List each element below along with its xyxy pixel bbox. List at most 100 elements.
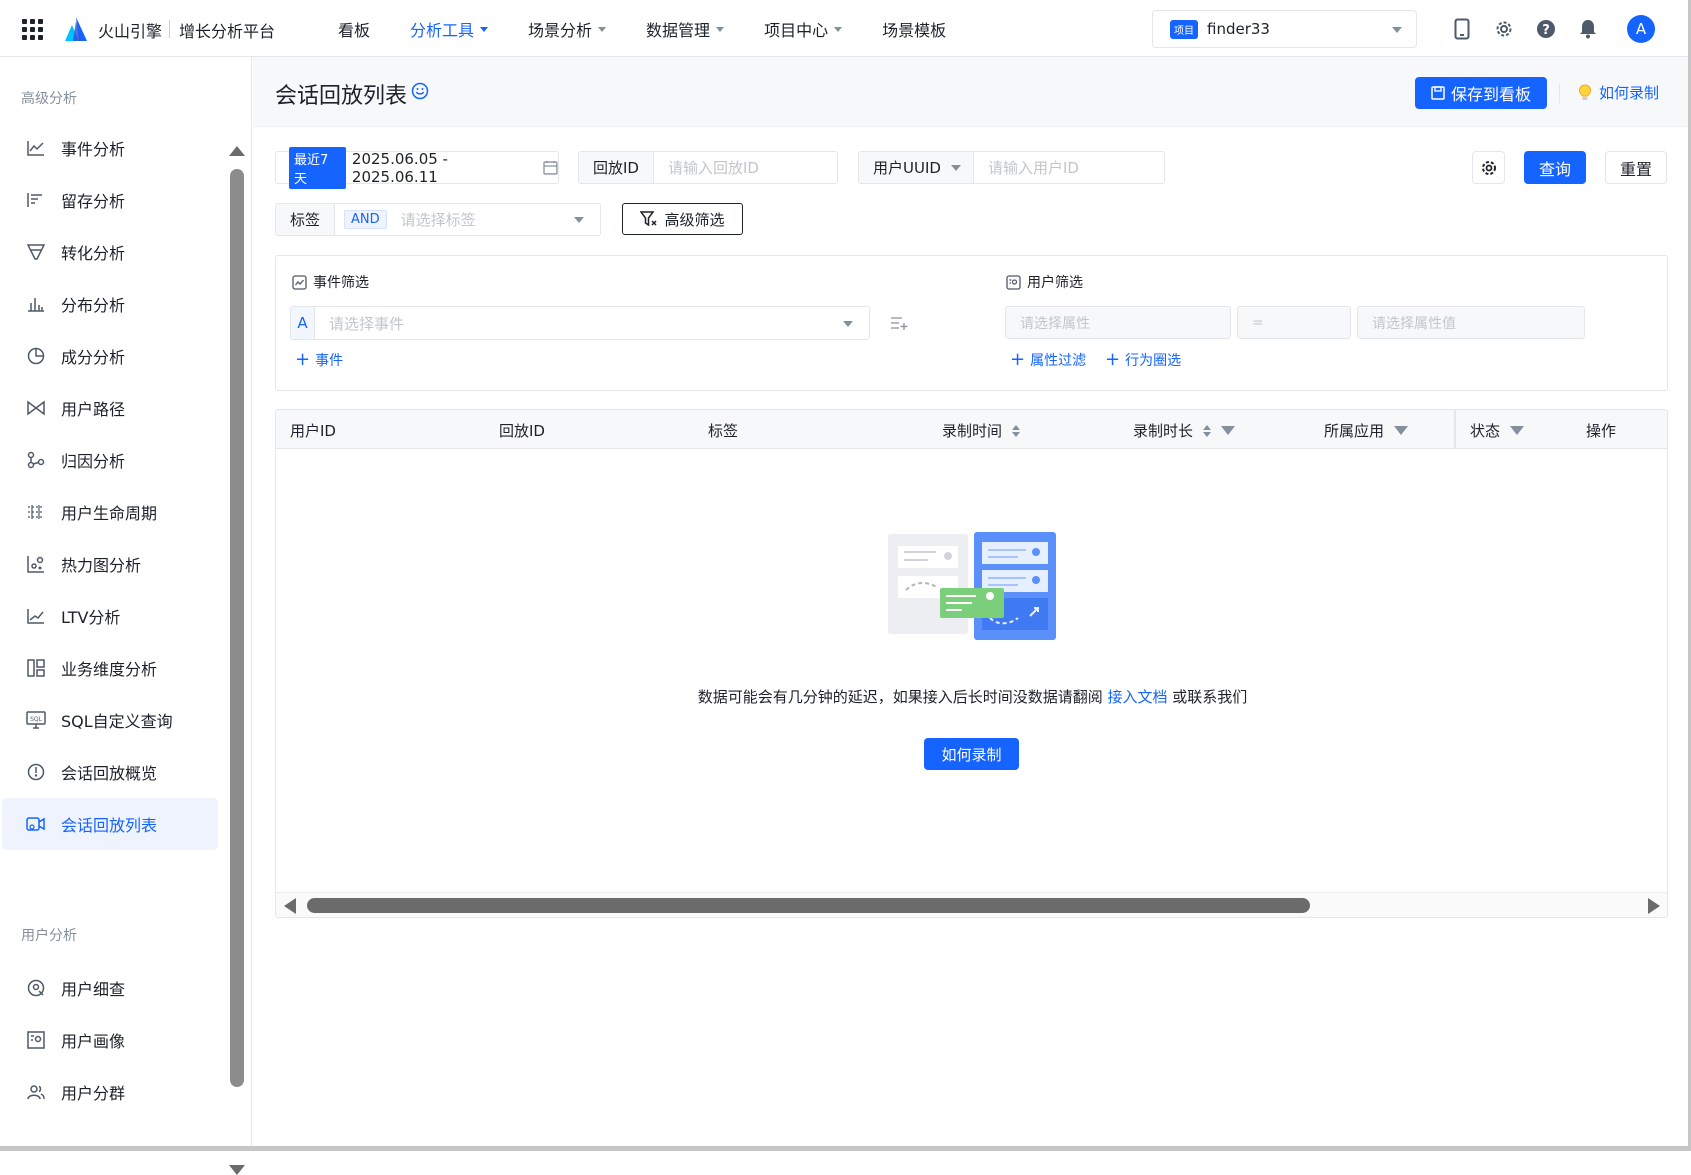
feedback-icon[interactable]	[411, 82, 429, 100]
sql-icon: SQL	[26, 710, 46, 730]
sidebar-item-replay-overview[interactable]: 会话回放概览	[2, 746, 218, 798]
help-icon[interactable]: ?	[1534, 17, 1558, 41]
add-behavior-filter-label: 行为圈选	[1125, 353, 1182, 369]
lightbulb-icon	[1578, 83, 1592, 100]
empty-suffix: 或联系我们	[1172, 688, 1248, 706]
reset-button[interactable]: 重置	[1605, 151, 1667, 184]
sidebar-scrollbar[interactable]	[230, 169, 244, 1087]
sidebar-item-attribution-analysis[interactable]: 归因分析	[2, 434, 218, 486]
top-navigation-bar: 火山引擎 增长分析平台 看板 分析工具 场景分析 数据管理 项目中心 场景模板 …	[0, 0, 1691, 57]
funnel-icon	[26, 242, 46, 262]
scroll-left-arrow-icon[interactable]	[284, 898, 296, 914]
column-filter-icon[interactable]	[1394, 426, 1409, 435]
sidebar-item-event-analysis[interactable]: 事件分析	[2, 122, 218, 174]
sidebar-item-user-lifecycle[interactable]: 用户生命周期	[2, 486, 218, 538]
fixed-column-divider	[1454, 410, 1456, 449]
event-select[interactable]: A 请选择事件	[290, 306, 870, 340]
horizontal-scrollbar[interactable]	[307, 898, 1310, 913]
brand-divider	[169, 20, 170, 38]
app-grid-icon[interactable]	[22, 19, 43, 40]
sidebar-item-conversion-analysis[interactable]: 转化分析	[2, 226, 218, 278]
mobile-icon[interactable]	[1450, 17, 1474, 41]
sidebar-item-user-group[interactable]: 用户分群	[2, 1066, 218, 1118]
uuid-field-select[interactable]: 用户UUID	[859, 152, 974, 183]
sidebar-item-label: 成分分析	[61, 348, 126, 367]
column-filter-icon[interactable]	[1510, 426, 1525, 435]
sidebar-item-label: 归因分析	[61, 452, 126, 471]
filter-add-condition-icon[interactable]	[890, 315, 908, 331]
sidebar-item-sql-query[interactable]: SQL SQL自定义查询	[2, 694, 218, 746]
save-to-dashboard-button[interactable]: 保存到看板	[1415, 77, 1547, 109]
chevron-down-icon	[950, 165, 961, 171]
user-search-icon	[26, 978, 46, 998]
chevron-down-icon	[598, 27, 607, 32]
sidebar-item-retention-analysis[interactable]: 留存分析	[2, 174, 218, 226]
page-title: 会话回放列表	[275, 84, 408, 109]
gear-icon[interactable]	[1492, 17, 1516, 41]
nav-item-data-management[interactable]: 数据管理	[646, 0, 725, 57]
column-label: 回放ID	[499, 422, 545, 440]
sidebar-item-ltv-analysis[interactable]: LTV分析	[2, 590, 218, 642]
query-button[interactable]: 查询	[1524, 151, 1586, 184]
project-selector[interactable]: 项目 finder33	[1152, 10, 1417, 48]
date-preset-tag: 最近7天	[289, 146, 346, 189]
heatmap-icon	[26, 554, 46, 574]
tag-logic-toggle[interactable]: AND	[344, 210, 387, 229]
sidebar-item-user-portrait[interactable]: 用户画像	[2, 1014, 218, 1066]
sidebar-item-replay-list[interactable]: 会话回放列表	[2, 798, 218, 850]
attribute-select[interactable]: 请选择属性	[1005, 306, 1231, 339]
nav-item-project-center[interactable]: 项目中心	[764, 0, 843, 57]
nav-item-analysis-tools[interactable]: 分析工具	[410, 0, 489, 57]
integration-doc-link[interactable]: 接入文档	[1107, 688, 1167, 706]
sidebar-item-label: 会话回放概览	[61, 764, 158, 783]
attribute-value-select[interactable]: 请选择属性值	[1357, 306, 1585, 339]
platform-name: 增长分析平台	[179, 22, 276, 41]
sort-icon[interactable]	[1012, 424, 1021, 437]
lifecycle-icon	[26, 502, 46, 522]
user-filter-label: 用户筛选	[1027, 275, 1083, 291]
scroll-down-arrow-icon[interactable]	[229, 1165, 245, 1175]
add-attribute-filter-link[interactable]: + 属性过滤	[1010, 350, 1086, 370]
sidebar-item-business-dimension[interactable]: 业务维度分析	[2, 642, 218, 694]
avatar[interactable]: A	[1627, 15, 1655, 43]
nav-item-scene-analysis[interactable]: 场景分析	[528, 0, 607, 57]
date-range-picker[interactable]: 最近7天 2025.06.05 - 2025.06.11	[275, 146, 559, 189]
how-to-record-link[interactable]: 如何录制	[1578, 82, 1659, 103]
sidebar-item-user-path[interactable]: 用户路径	[2, 382, 218, 434]
column-label: 录制时长	[1133, 422, 1194, 440]
sidebar-item-user-search[interactable]: 用户细查	[2, 962, 218, 1014]
nav-label: 分析工具	[410, 20, 475, 40]
sidebar-item-label: 转化分析	[61, 244, 126, 263]
scroll-up-arrow-icon[interactable]	[229, 146, 245, 156]
sidebar-item-heatmap-analysis[interactable]: 热力图分析	[2, 538, 218, 590]
sidebar-item-label: 事件分析	[61, 140, 126, 159]
replay-overview-icon	[26, 762, 46, 782]
sidebar-item-composition-analysis[interactable]: 成分分析	[2, 330, 218, 382]
add-event-link[interactable]: + 事件	[295, 350, 343, 370]
user-id-input[interactable]: 请输入用户ID	[974, 157, 1079, 178]
operator-select[interactable]: =	[1237, 306, 1351, 339]
plus-icon: +	[1105, 349, 1121, 370]
replay-id-input[interactable]: 请输入回放ID	[654, 157, 759, 178]
add-behavior-filter-link[interactable]: + 行为圈选	[1105, 350, 1181, 370]
column-label: 录制时间	[942, 422, 1003, 440]
empty-how-to-record-button[interactable]: 如何录制	[924, 738, 1019, 770]
column-header-duration[interactable]: 录制时长	[1133, 420, 1236, 441]
nav-item-scene-templates[interactable]: 场景模板	[882, 0, 946, 57]
tag-select[interactable]: 请选择标签	[387, 209, 476, 230]
column-filter-icon[interactable]	[1221, 426, 1236, 435]
bell-icon[interactable]	[1576, 17, 1600, 41]
sidebar-group-title: 用户分析	[21, 928, 77, 944]
nav-item-dashboard[interactable]: 看板	[338, 0, 370, 57]
ltv-icon	[26, 606, 46, 626]
sidebar-item-label: 会话回放列表	[61, 816, 158, 835]
scroll-right-arrow-icon[interactable]	[1648, 898, 1660, 914]
tag-label: 标签	[276, 204, 336, 235]
column-header-record-time[interactable]: 录制时间	[942, 420, 1021, 441]
sidebar-item-label: 分布分析	[61, 296, 126, 315]
sort-icon[interactable]	[1203, 424, 1212, 437]
column-settings-button[interactable]	[1472, 151, 1505, 184]
empty-text: 数据可能会有几分钟的延迟，如果接入后长时间没数据请翻阅	[697, 688, 1103, 706]
advanced-filter-button[interactable]: 高级筛选	[622, 203, 743, 235]
sidebar-item-distribution-analysis[interactable]: 分布分析	[2, 278, 218, 330]
